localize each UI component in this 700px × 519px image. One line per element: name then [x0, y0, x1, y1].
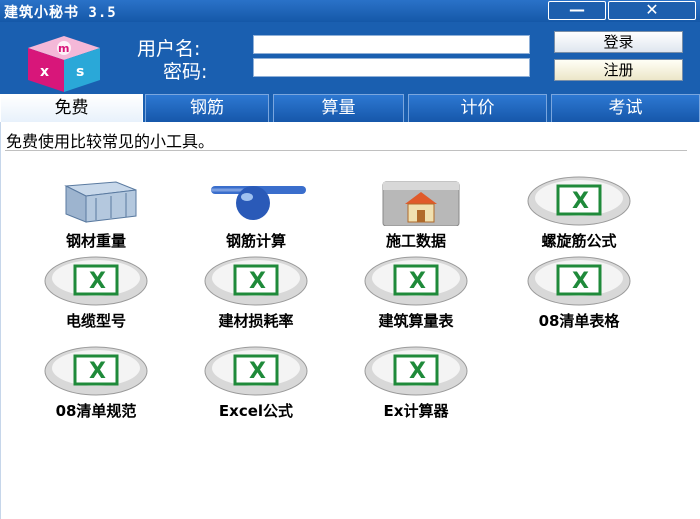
tool-rebar-calc[interactable]: 钢筋计算 [181, 176, 331, 256]
excel-icon: X [364, 256, 468, 306]
svg-text:X: X [249, 359, 266, 384]
excel-icon: X [204, 346, 308, 396]
tool-label: Ex计算器 [383, 402, 449, 420]
tools-panel: 免费使用比较常见的小工具。 钢材重量 钢筋计算 施工数据 X 螺旋筋公式 X 电… [0, 122, 700, 519]
panel-description: 免费使用比较常见的小工具。 [6, 132, 215, 151]
svg-text:m: m [58, 42, 69, 55]
tool-label: 钢筋计算 [225, 232, 286, 250]
tool-steel-weight[interactable]: 钢材重量 [21, 176, 171, 256]
tool-spiral-formula[interactable]: X 螺旋筋公式 [504, 176, 654, 256]
excel-icon: X [44, 346, 148, 396]
svg-text:X: X [572, 189, 589, 214]
tool-material-loss[interactable]: X 建材损耗率 [181, 256, 331, 336]
tool-label: 08清单规范 [55, 402, 137, 420]
svg-text:X: X [409, 269, 426, 294]
close-button[interactable]: ✕ [608, 1, 696, 20]
svg-text:s: s [76, 64, 84, 80]
rebar-calc-icon [211, 186, 306, 220]
excel-icon: X [204, 256, 308, 306]
excel-icon: X [44, 256, 148, 306]
tool-label: 08清单表格 [538, 312, 620, 330]
tool-08-bill-spec[interactable]: X 08清单规范 [21, 346, 171, 426]
tool-label: 建筑算量表 [378, 312, 454, 330]
tool-08-bill-table[interactable]: X 08清单表格 [504, 256, 654, 336]
app-logo-icon: m x s [28, 36, 100, 92]
tool-label: 施工数据 [385, 232, 446, 250]
construction-data-icon [382, 181, 460, 226]
minimize-button[interactable]: — [548, 1, 606, 20]
tool-cable-model[interactable]: X 电缆型号 [21, 256, 171, 336]
login-header: m x s 用户名: 密码: 登录 注册 [0, 22, 700, 94]
tab-exam[interactable]: 考试 [551, 94, 700, 122]
tool-label: 建材损耗率 [218, 312, 294, 330]
svg-text:X: X [89, 269, 106, 294]
tool-label: Excel公式 [218, 402, 294, 420]
tab-free[interactable]: 免费 [0, 94, 143, 124]
svg-text:X: X [572, 269, 589, 294]
tool-label: 电缆型号 [65, 312, 126, 330]
tool-construction-data[interactable]: 施工数据 [341, 176, 491, 256]
password-input[interactable] [253, 58, 530, 77]
tab-rebar[interactable]: 钢筋 [145, 94, 269, 122]
tool-ex-calculator[interactable]: X Ex计算器 [341, 346, 491, 426]
svg-text:X: X [249, 269, 266, 294]
tab-quantity[interactable]: 算量 [273, 94, 404, 122]
tool-building-quantity[interactable]: X 建筑算量表 [341, 256, 491, 336]
title-bar: 建筑小秘书 3.5 — ✕ [0, 0, 700, 22]
excel-icon: X [364, 346, 468, 396]
login-button[interactable]: 登录 [554, 31, 683, 53]
password-label: 密码: [163, 61, 208, 83]
divider [5, 150, 687, 152]
excel-icon: X [527, 176, 631, 226]
tab-pricing[interactable]: 计价 [408, 94, 547, 122]
steel-weight-icon [64, 181, 137, 223]
window-title: 建筑小秘书 3.5 [4, 5, 117, 21]
svg-text:X: X [409, 359, 426, 384]
tool-excel-formula[interactable]: X Excel公式 [181, 346, 331, 426]
tool-label: 钢材重量 [65, 232, 126, 250]
tool-label: 螺旋筋公式 [541, 232, 617, 250]
excel-icon: X [527, 256, 631, 306]
category-tabs: 免费 钢筋 算量 计价 考试 [0, 94, 700, 124]
svg-text:X: X [89, 359, 106, 384]
register-button[interactable]: 注册 [554, 59, 683, 81]
username-input[interactable] [253, 35, 530, 54]
svg-text:x: x [40, 64, 49, 80]
